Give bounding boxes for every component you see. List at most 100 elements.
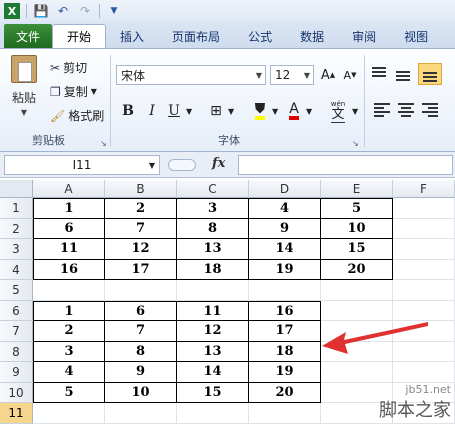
table-cell[interactable]: 8 bbox=[105, 341, 177, 362]
table-cell[interactable]: 6 bbox=[33, 218, 105, 239]
insert-function-button[interactable]: fx bbox=[212, 156, 225, 171]
table-cell[interactable]: 17 bbox=[105, 259, 177, 280]
table-cell[interactable]: 4 bbox=[249, 198, 321, 219]
table-cell[interactable]: 19 bbox=[249, 362, 321, 383]
tab-insert[interactable]: 插入 bbox=[106, 24, 158, 48]
copy-button[interactable]: ❐ 复制 ▼ bbox=[50, 83, 97, 100]
grid-cell[interactable] bbox=[321, 280, 393, 301]
row-header-4[interactable]: 4 bbox=[0, 259, 33, 280]
table-cell[interactable]: 16 bbox=[249, 300, 321, 321]
row-header-7[interactable]: 7 bbox=[0, 321, 33, 342]
tab-data[interactable]: 数据 bbox=[286, 24, 338, 48]
align-top-button[interactable] bbox=[372, 65, 392, 81]
table-cell[interactable]: 20 bbox=[321, 259, 393, 280]
tab-page-layout[interactable]: 页面布局 bbox=[158, 24, 234, 48]
grid-cell[interactable] bbox=[393, 362, 455, 383]
column-header-b[interactable]: B bbox=[105, 180, 177, 198]
font-name-combo[interactable]: 宋体 ▼ bbox=[116, 65, 266, 85]
borders-button[interactable]: ⊞ bbox=[206, 101, 226, 121]
font-size-combo[interactable]: 12 ▼ bbox=[270, 65, 314, 85]
grid-cell[interactable] bbox=[393, 280, 455, 301]
grid-cell[interactable] bbox=[177, 403, 249, 424]
grid-cell[interactable] bbox=[105, 403, 177, 424]
table-cell[interactable]: 3 bbox=[177, 198, 249, 219]
table-cell[interactable]: 11 bbox=[33, 239, 105, 260]
row-header-1[interactable]: 1 bbox=[0, 198, 33, 219]
grid-cell[interactable] bbox=[177, 280, 249, 301]
table-cell[interactable]: 5 bbox=[321, 198, 393, 219]
undo-icon[interactable]: ↶ bbox=[55, 3, 71, 19]
row-header-6[interactable]: 6 bbox=[0, 300, 33, 321]
chevron-down-icon[interactable]: ▼ bbox=[352, 107, 358, 116]
save-icon[interactable]: 💾 bbox=[33, 3, 49, 19]
cut-button[interactable]: ✂ 剪切 bbox=[50, 59, 87, 76]
grid-cell[interactable] bbox=[393, 259, 455, 280]
table-cell[interactable]: 14 bbox=[249, 239, 321, 260]
grid-cell[interactable] bbox=[393, 239, 455, 260]
tab-formulas[interactable]: 公式 bbox=[234, 24, 286, 48]
table-cell[interactable]: 1 bbox=[33, 300, 105, 321]
chevron-down-icon[interactable]: ▼ bbox=[306, 107, 312, 116]
table-cell[interactable]: 13 bbox=[177, 239, 249, 260]
table-cell[interactable]: 10 bbox=[105, 382, 177, 403]
paste-button[interactable]: 粘贴 ▼ bbox=[6, 55, 42, 117]
grid-cell[interactable] bbox=[393, 218, 455, 239]
chevron-down-icon[interactable]: ▼ bbox=[272, 107, 278, 116]
row-header-10[interactable]: 10 bbox=[0, 382, 33, 403]
table-cell[interactable]: 12 bbox=[177, 321, 249, 342]
fill-color-button[interactable]: ⛊ bbox=[250, 101, 270, 121]
formula-bar-splitter[interactable] bbox=[168, 159, 196, 171]
table-cell[interactable]: 7 bbox=[105, 321, 177, 342]
table-cell[interactable]: 19 bbox=[249, 259, 321, 280]
column-header-a[interactable]: A bbox=[33, 180, 105, 198]
grid-cell[interactable] bbox=[33, 280, 105, 301]
grid-cell[interactable] bbox=[105, 280, 177, 301]
table-cell[interactable]: 17 bbox=[249, 321, 321, 342]
format-painter-button[interactable]: 🖌 格式刷 bbox=[50, 107, 104, 124]
dialog-launcher-icon[interactable]: ↘ bbox=[100, 139, 107, 148]
table-cell[interactable]: 12 bbox=[105, 239, 177, 260]
table-cell[interactable]: 1 bbox=[33, 198, 105, 219]
shrink-font-button[interactable]: A ▼ bbox=[340, 65, 360, 85]
table-cell[interactable]: 10 bbox=[321, 218, 393, 239]
bold-button[interactable]: B bbox=[118, 101, 138, 121]
row-header-2[interactable]: 2 bbox=[0, 218, 33, 239]
row-header-3[interactable]: 3 bbox=[0, 239, 33, 260]
table-cell[interactable]: 5 bbox=[33, 382, 105, 403]
font-color-button[interactable]: A bbox=[284, 101, 304, 121]
table-cell[interactable]: 13 bbox=[177, 341, 249, 362]
tab-file[interactable]: 文件 bbox=[4, 24, 53, 48]
row-header-5[interactable]: 5 bbox=[0, 280, 33, 301]
column-header-d[interactable]: D bbox=[249, 180, 321, 198]
underline-button[interactable]: U bbox=[164, 101, 184, 121]
customize-toolbar-icon[interactable]: ▼ bbox=[106, 3, 122, 19]
chevron-down-icon[interactable]: ▼ bbox=[186, 107, 192, 116]
tab-view[interactable]: 视图 bbox=[390, 24, 442, 48]
grid-cell[interactable] bbox=[249, 403, 321, 424]
name-box[interactable]: I11 ▼ bbox=[4, 155, 160, 175]
table-cell[interactable]: 3 bbox=[33, 341, 105, 362]
grid-cell[interactable] bbox=[393, 198, 455, 219]
redo-icon[interactable]: ↷ bbox=[77, 3, 93, 19]
table-cell[interactable]: 15 bbox=[321, 239, 393, 260]
grid-cell[interactable] bbox=[249, 280, 321, 301]
column-header-f[interactable]: F bbox=[393, 180, 455, 198]
table-cell[interactable]: 2 bbox=[33, 321, 105, 342]
grid-cell[interactable] bbox=[33, 403, 105, 424]
grow-font-button[interactable]: A ▲ bbox=[318, 65, 338, 85]
table-cell[interactable]: 20 bbox=[249, 382, 321, 403]
dialog-launcher-icon[interactable]: ↘ bbox=[352, 139, 359, 148]
table-cell[interactable]: 9 bbox=[249, 218, 321, 239]
table-cell[interactable]: 18 bbox=[249, 341, 321, 362]
align-right-button[interactable] bbox=[422, 101, 442, 117]
table-cell[interactable]: 7 bbox=[105, 218, 177, 239]
select-all-corner[interactable] bbox=[0, 180, 33, 198]
phonetic-guide-button[interactable]: wén 文 bbox=[326, 97, 350, 125]
row-header-11[interactable]: 11 bbox=[0, 403, 33, 424]
column-header-c[interactable]: C bbox=[177, 180, 249, 198]
table-cell[interactable]: 14 bbox=[177, 362, 249, 383]
align-middle-button[interactable] bbox=[396, 69, 416, 85]
row-header-8[interactable]: 8 bbox=[0, 341, 33, 362]
column-header-e[interactable]: E bbox=[321, 180, 393, 198]
table-cell[interactable]: 18 bbox=[177, 259, 249, 280]
